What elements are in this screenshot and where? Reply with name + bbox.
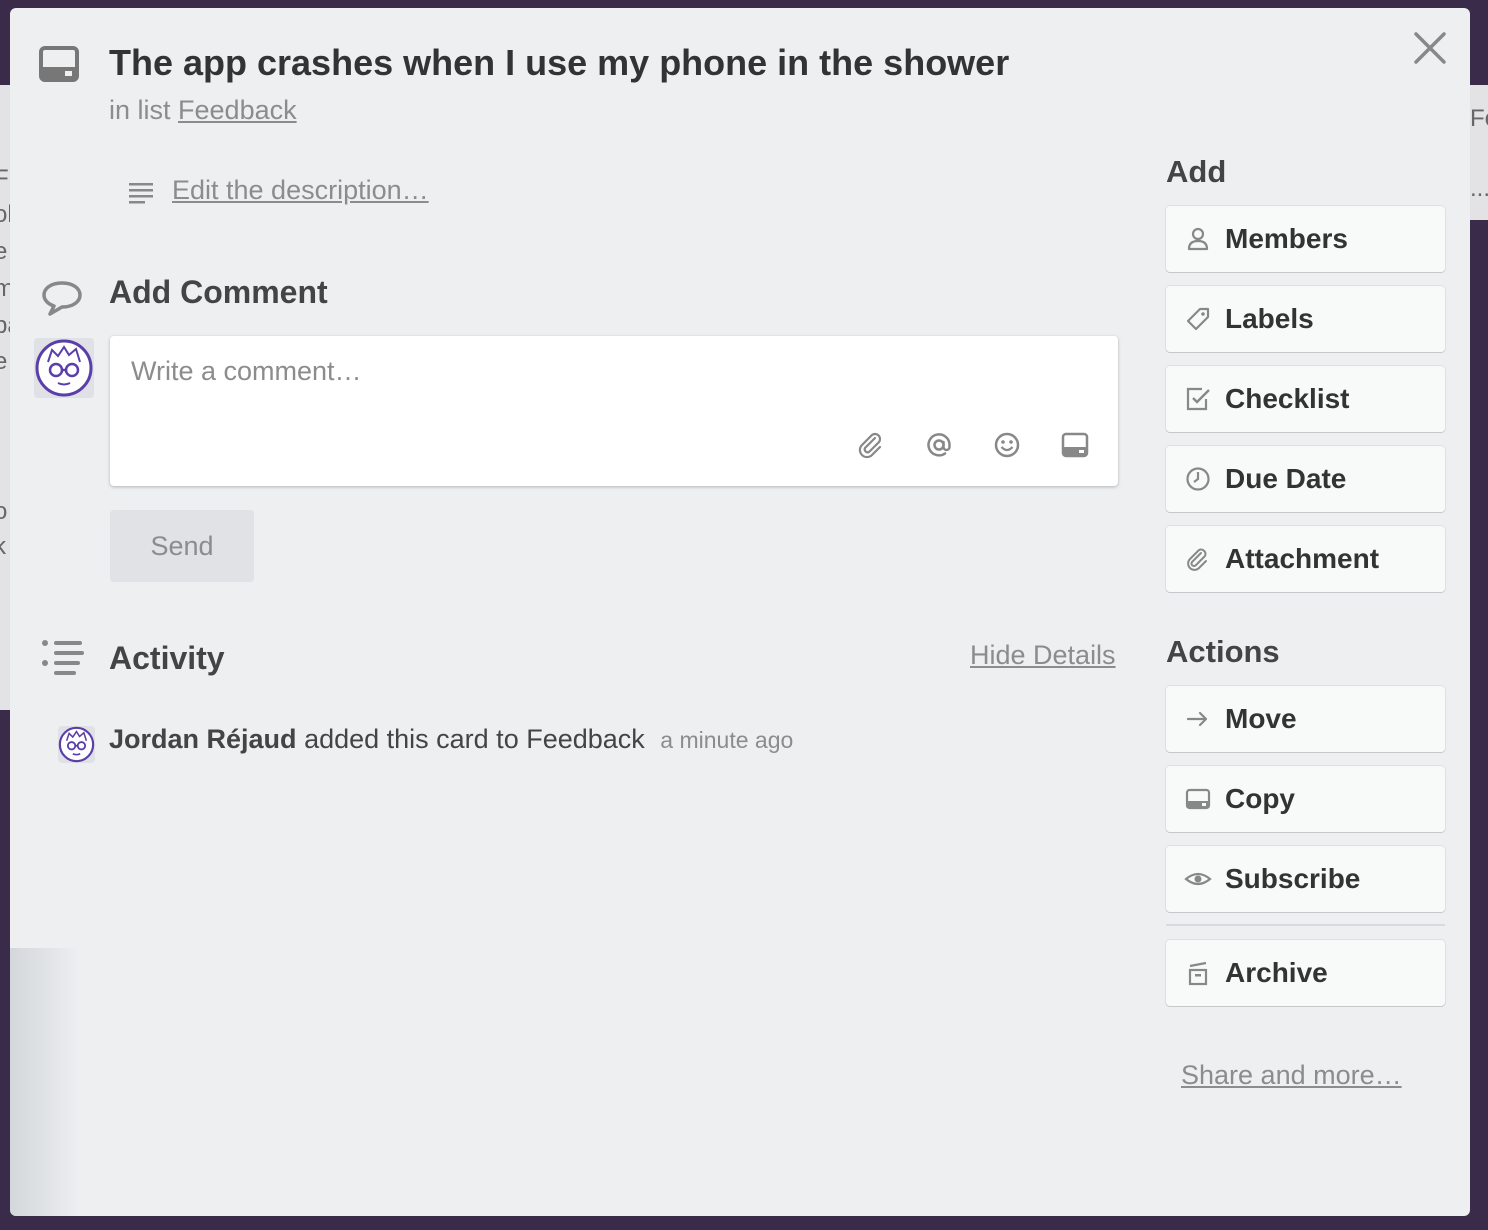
- share-and-more-link[interactable]: Share and more…: [1181, 1060, 1402, 1091]
- clock-icon: [1186, 467, 1210, 491]
- emoji-icon[interactable]: [991, 429, 1023, 461]
- due-date-label: Due Date: [1225, 463, 1347, 494]
- bg-fragment: ...: [1470, 175, 1488, 202]
- activity-heading: Activity: [109, 640, 225, 676]
- tag-icon: [1186, 307, 1210, 331]
- labels-button[interactable]: Labels: [1166, 286, 1445, 352]
- avatar-face-icon: [35, 339, 93, 397]
- comment-placeholder: Write a comment…: [131, 356, 362, 386]
- modal-shade: [10, 948, 80, 1216]
- card-icon[interactable]: [1059, 429, 1091, 461]
- avatar[interactable]: [34, 338, 94, 398]
- checklist-button[interactable]: Checklist: [1166, 366, 1445, 432]
- due-date-button[interactable]: Due Date: [1166, 446, 1445, 512]
- in-list-prefix: in list: [109, 95, 171, 125]
- move-label: Move: [1225, 703, 1297, 734]
- subscribe-label: Subscribe: [1225, 863, 1361, 894]
- archive-button[interactable]: Archive: [1166, 940, 1445, 1006]
- archive-icon: [1188, 961, 1208, 986]
- labels-label: Labels: [1225, 303, 1314, 334]
- archive-label: Archive: [1225, 957, 1328, 988]
- subscribe-button[interactable]: Subscribe: [1166, 846, 1445, 912]
- speech-bubble-icon: [42, 281, 82, 316]
- move-button[interactable]: Move: [1166, 686, 1445, 752]
- attachment-label: Attachment: [1225, 543, 1380, 574]
- members-button[interactable]: Members: [1166, 206, 1445, 272]
- card-icon: [39, 46, 79, 82]
- activity-time[interactable]: a minute ago: [660, 727, 793, 753]
- card-title[interactable]: The app crashes when I use my phone in t…: [109, 42, 1009, 84]
- actions-heading: Actions: [1166, 634, 1280, 669]
- bg-fragment: e: [0, 238, 8, 265]
- bg-fragment: o: [0, 498, 8, 525]
- eye-icon: [1184, 872, 1212, 886]
- checkbox-icon: [1186, 387, 1210, 411]
- list-link[interactable]: Feedback: [178, 95, 297, 125]
- add-comment-heading: Add Comment: [109, 274, 328, 310]
- send-button[interactable]: Send: [110, 510, 254, 582]
- paperclip-icon[interactable]: [855, 429, 887, 461]
- attachment-button[interactable]: Attachment: [1166, 526, 1445, 592]
- hide-details-link[interactable]: Hide Details: [970, 640, 1116, 671]
- close-icon[interactable]: [1410, 28, 1450, 68]
- comment-input[interactable]: Write a comment…: [110, 336, 1118, 486]
- activity-avatar[interactable]: [58, 726, 95, 763]
- card-icon: [1185, 788, 1211, 810]
- copy-button[interactable]: Copy: [1166, 766, 1445, 832]
- activity-text: added this card to Feedback: [304, 724, 645, 754]
- description-icon: [129, 183, 153, 204]
- bg-fragment: F: [0, 165, 9, 192]
- bg-fragment: k: [0, 533, 6, 560]
- bg-fragment: Fe: [1470, 105, 1488, 132]
- checklist-label: Checklist: [1225, 383, 1350, 414]
- activity-entry: Jordan Réjaud added this card to Feedbac…: [109, 724, 793, 755]
- copy-label: Copy: [1225, 783, 1295, 814]
- activity-list-icon: [42, 640, 84, 675]
- members-label: Members: [1225, 223, 1348, 254]
- bg-fragment: e: [0, 348, 8, 375]
- edit-description-link[interactable]: Edit the description…: [172, 175, 429, 206]
- in-list-text: in list Feedback: [109, 95, 297, 126]
- sidebar-divider: [1166, 924, 1445, 926]
- add-heading: Add: [1166, 154, 1227, 189]
- mention-icon[interactable]: [923, 429, 955, 461]
- arrow-right-icon: [1186, 711, 1208, 727]
- avatar-face-icon: [58, 726, 95, 763]
- paperclip-icon: [1187, 548, 1207, 571]
- activity-user[interactable]: Jordan Réjaud: [109, 724, 297, 754]
- card-detail-modal: The app crashes when I use my phone in t…: [10, 8, 1470, 1216]
- person-icon: [1187, 227, 1209, 251]
